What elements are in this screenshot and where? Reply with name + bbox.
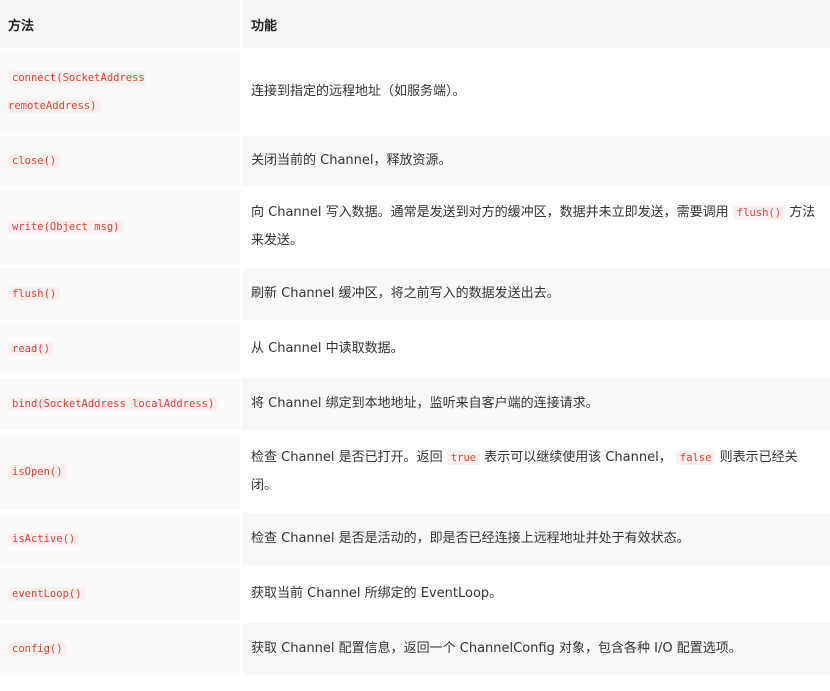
method-code: read(): [8, 342, 54, 356]
method-cell: bind(SocketAddress localAddress): [0, 378, 243, 433]
method-cell: write(Object msg): [0, 189, 243, 268]
header-method: 方法: [0, 0, 243, 51]
method-cell: close(): [0, 136, 243, 189]
table-row: bind(SocketAddress localAddress) 将 Chann…: [0, 378, 830, 433]
description-cell: 从 Channel 中读取数据。: [243, 323, 830, 378]
table-row: eventLoop() 获取当前 Channel 所绑定的 EventLoop。: [0, 568, 830, 623]
method-code: flush(): [8, 287, 61, 301]
method-cell: config(): [0, 623, 243, 678]
inline-code: flush(): [732, 206, 786, 220]
table-row: read() 从 Channel 中读取数据。: [0, 323, 830, 378]
header-function: 功能: [243, 0, 830, 51]
method-code: write(Object msg): [8, 220, 124, 234]
method-cell: connect(SocketAddress remoteAddress): [0, 51, 243, 136]
description-cell: 关闭当前的 Channel，释放资源。: [243, 136, 830, 189]
method-cell: flush(): [0, 268, 243, 323]
method-cell: isActive(): [0, 513, 243, 568]
description-cell: 向 Channel 写入数据。通常是发送到对方的缓冲区，数据并未立即发送，需要调…: [243, 189, 830, 268]
table-row: isOpen() 检查 Channel 是否已打开。返回 true 表示可以继续…: [0, 433, 830, 513]
method-cell: read(): [0, 323, 243, 378]
method-cell: eventLoop(): [0, 568, 243, 623]
method-cell: isOpen(): [0, 433, 243, 513]
method-code: config(): [8, 642, 67, 656]
table-row: write(Object msg) 向 Channel 写入数据。通常是发送到对…: [0, 189, 830, 268]
description-cell: 检查 Channel 是否已打开。返回 true 表示可以继续使用该 Chann…: [243, 433, 830, 513]
method-code: connect(SocketAddress remoteAddress): [8, 71, 145, 113]
header-row: 方法 功能: [0, 0, 830, 51]
method-code: bind(SocketAddress localAddress): [8, 397, 219, 411]
description-cell: 检查 Channel 是否是活动的，即是否已经连接上远程地址并处于有效状态。: [243, 513, 830, 568]
table-row: isActive() 检查 Channel 是否是活动的，即是否已经连接上远程地…: [0, 513, 830, 568]
description-text: 检查 Channel 是否已打开。返回: [251, 449, 443, 465]
description-text: 表示可以继续使用该 Channel，: [484, 449, 672, 465]
table-row: connect(SocketAddress remoteAddress) 连接到…: [0, 51, 830, 136]
description-cell: 将 Channel 绑定到本地地址，监听来自客户端的连接请求。: [243, 378, 830, 433]
inline-code: false: [675, 450, 716, 465]
table-row: flush() 刷新 Channel 缓冲区，将之前写入的数据发送出去。: [0, 268, 830, 323]
table-body: connect(SocketAddress remoteAddress) 连接到…: [0, 51, 830, 678]
description-cell: 获取当前 Channel 所绑定的 EventLoop。: [243, 568, 830, 623]
method-table: 方法 功能 connect(SocketAddress remoteAddres…: [0, 0, 830, 678]
description-text: 向 Channel 写入数据。通常是发送到对方的缓冲区，数据并未立即发送，需要调…: [251, 205, 729, 220]
method-code: isOpen(): [8, 464, 67, 479]
table-header: 方法 功能: [0, 0, 830, 51]
description-cell: 刷新 Channel 缓冲区，将之前写入的数据发送出去。: [243, 268, 830, 323]
description-cell: 连接到指定的远程地址（如服务端）。: [243, 51, 830, 136]
method-code: isActive(): [8, 532, 80, 546]
method-code: close(): [8, 154, 61, 168]
table-row: close() 关闭当前的 Channel，释放资源。: [0, 136, 830, 189]
description-cell: 获取 Channel 配置信息，返回一个 ChannelConfig 对象，包含…: [243, 623, 830, 678]
method-code: eventLoop(): [8, 587, 86, 601]
table-row: config() 获取 Channel 配置信息，返回一个 ChannelCon…: [0, 623, 830, 678]
inline-code: true: [446, 450, 481, 465]
